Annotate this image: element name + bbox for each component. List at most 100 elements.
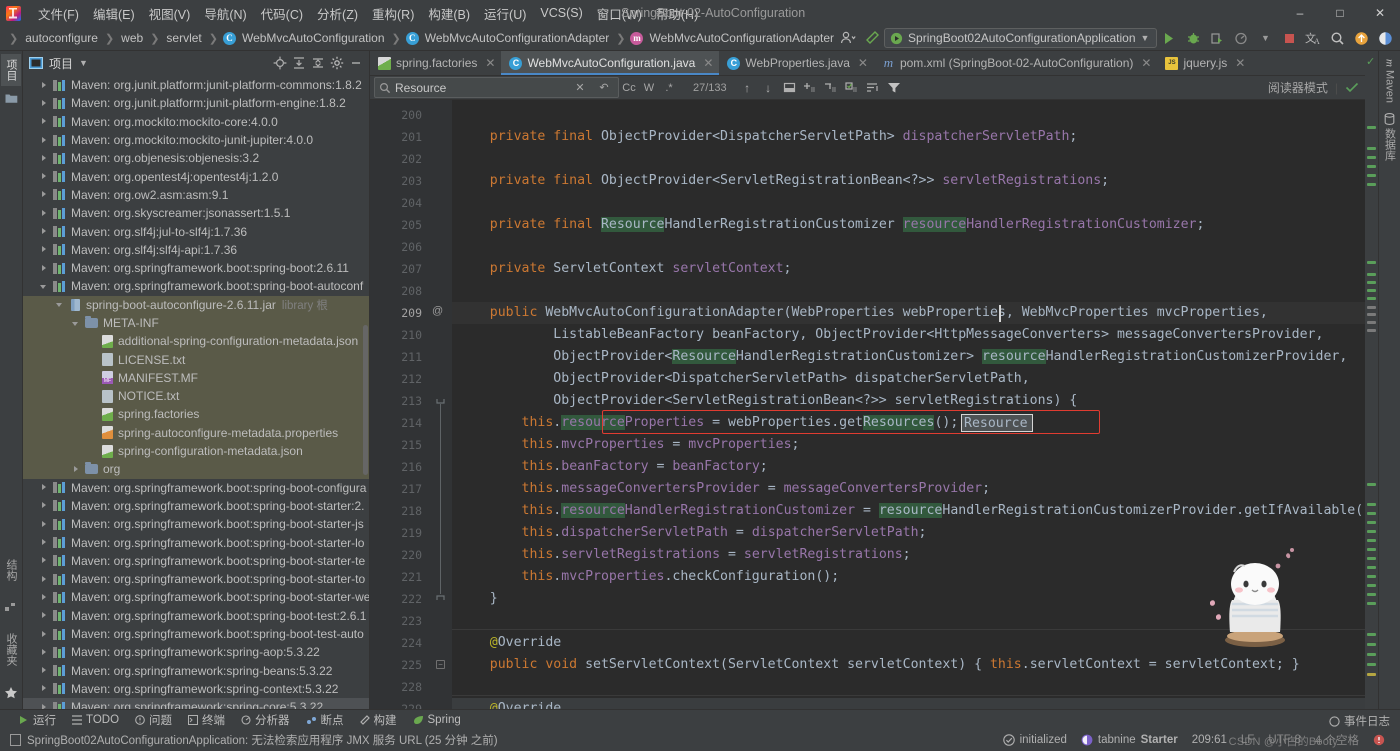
tree-row[interactable]: Maven: org.slf4j:slf4j-api:1.7.36 <box>23 241 369 259</box>
chevron-down-icon[interactable]: ▼ <box>1254 28 1276 48</box>
tree-row[interactable]: additional-spring-configuration-metadata… <box>23 332 369 351</box>
analysis-stripe-marker[interactable] <box>1367 147 1376 150</box>
tree-row[interactable]: Maven: org.objenesis:objenesis:3.2 <box>23 149 369 167</box>
chevron-right-icon[interactable] <box>39 244 50 255</box>
analysis-stripe-marker[interactable] <box>1367 663 1376 666</box>
tree-row[interactable]: spring-autoconfigure-metadata.properties <box>23 423 369 442</box>
tree-row[interactable]: spring.factories <box>23 405 369 424</box>
code-line[interactable]: public WebMvcAutoConfigurationAdapter(We… <box>458 302 1365 324</box>
minimize-button[interactable]: – <box>1280 0 1320 26</box>
code-line[interactable]: ObjectProvider<DispatcherServletPath> di… <box>458 368 1365 390</box>
tree-row[interactable]: Maven: org.springframework:spring-core:5… <box>23 698 369 709</box>
match-case-option[interactable]: Cc <box>619 78 639 98</box>
chevron-right-icon[interactable] <box>39 592 50 603</box>
analysis-stripe-marker[interactable] <box>1367 557 1376 560</box>
tree-row[interactable]: Maven: org.springframework.boot:spring-b… <box>23 277 369 295</box>
maximize-button[interactable]: □ <box>1320 0 1360 26</box>
fold-collapse-icon[interactable]: − <box>436 660 445 669</box>
analysis-stripe-marker[interactable] <box>1367 156 1376 159</box>
toolwindow-spring[interactable]: Spring <box>406 713 468 727</box>
analysis-stripe-marker[interactable] <box>1367 548 1376 551</box>
code-folding-gutter[interactable]: @ − <box>428 100 452 709</box>
code-line[interactable] <box>458 280 1365 302</box>
notifications-icon[interactable] <box>1366 734 1392 746</box>
filter-lines-icon[interactable] <box>863 78 884 98</box>
close-button[interactable]: ✕ <box>1360 0 1400 26</box>
chevron-right-icon[interactable] <box>39 80 50 91</box>
analysis-stripe[interactable]: ✓ <box>1365 51 1378 709</box>
analysis-stripe-marker[interactable] <box>1367 273 1376 276</box>
chevron-right-icon[interactable] <box>39 647 50 658</box>
tree-row[interactable]: Maven: org.springframework.boot:spring-b… <box>23 479 369 497</box>
tree-row[interactable]: Maven: org.springframework.boot:spring-b… <box>23 515 369 533</box>
chevron-right-icon[interactable] <box>39 574 50 585</box>
menu-file[interactable]: 文件(F) <box>31 1 86 26</box>
code-content[interactable]: private final ObjectProvider<DispatcherS… <box>452 100 1365 709</box>
code-line[interactable]: this.messageConvertersProvider = message… <box>458 478 1365 500</box>
profile-icon[interactable] <box>1230 28 1252 48</box>
chevron-right-icon[interactable] <box>39 263 50 274</box>
menu-run[interactable]: 运行(U) <box>477 1 533 26</box>
chevron-down-icon[interactable]: ▼ <box>79 58 88 68</box>
regex-option[interactable]: .* <box>659 78 679 98</box>
editor-tab-jquery-js[interactable]: jquery.js ✕ <box>1157 51 1251 75</box>
stop-icon[interactable] <box>1278 28 1300 48</box>
search-history-icon[interactable]: ↶ <box>594 78 614 98</box>
analysis-stripe-marker[interactable] <box>1367 593 1376 596</box>
run-with-coverage-icon[interactable] <box>1206 28 1228 48</box>
tabnine-status[interactable]: tabnine Starter <box>1074 734 1185 746</box>
code-line[interactable]: @Override <box>458 632 1365 654</box>
tree-row[interactable]: Maven: org.springframework.boot:spring-b… <box>23 497 369 515</box>
rail-tab-project[interactable]: 项目 <box>1 54 21 86</box>
next-match-icon[interactable]: ↓ <box>758 78 779 98</box>
editor-tab-webproperties[interactable]: WebProperties.java ✕ <box>719 51 874 75</box>
code-line[interactable]: private ServletContext servletContext; <box>458 258 1365 280</box>
run-configuration-selector[interactable]: SpringBoot02AutoConfigurationApplication… <box>884 28 1158 48</box>
analysis-stripe-marker[interactable] <box>1367 174 1376 177</box>
rail-tab-folder[interactable] <box>3 88 20 109</box>
status-message[interactable]: SpringBoot02AutoConfigurationApplication… <box>27 732 498 748</box>
tree-row[interactable]: org <box>23 460 369 479</box>
breadcrumb-item-adapter-class[interactable]: WebMvcAutoConfigurationAdapter <box>423 30 612 46</box>
collapse-all-icon[interactable] <box>308 54 327 73</box>
breadcrumb-item-web[interactable]: web <box>119 30 145 46</box>
breadcrumb-item-adapter-method[interactable]: WebMvcAutoConfigurationAdapter <box>647 30 836 46</box>
chevron-right-icon[interactable] <box>39 702 50 709</box>
editor-tab-spring-factories[interactable]: spring.factories ✕ <box>370 51 501 75</box>
close-tab-icon[interactable]: ✕ <box>858 56 868 70</box>
analysis-stripe-marker[interactable] <box>1367 584 1376 587</box>
chevron-right-icon[interactable] <box>39 153 50 164</box>
close-tab-icon[interactable]: ✕ <box>1141 56 1151 70</box>
chevron-right-icon[interactable] <box>71 464 82 475</box>
analysis-stripe-marker[interactable] <box>1367 329 1376 332</box>
run-icon[interactable] <box>1158 28 1180 48</box>
menu-vcs[interactable]: VCS(S) <box>533 3 589 23</box>
chevron-right-icon[interactable] <box>39 208 50 219</box>
tree-row[interactable]: Maven: org.opentest4j:opentest4j:1.2.0 <box>23 167 369 185</box>
analysis-stripe-marker[interactable] <box>1367 483 1376 486</box>
close-tab-icon[interactable]: ✕ <box>485 56 495 70</box>
menu-build[interactable]: 构建(B) <box>421 1 477 26</box>
chevron-right-icon[interactable] <box>39 555 50 566</box>
rail-tab-maven[interactable]: m Maven <box>1382 54 1398 108</box>
chevron-right-icon[interactable] <box>39 116 50 127</box>
code-line[interactable]: private final ResourceHandlerRegistratio… <box>458 214 1365 236</box>
breadcrumb-item-webmvcautoconfiguration[interactable]: WebMvcAutoConfiguration <box>240 30 387 46</box>
ide-theme-icon[interactable] <box>1374 28 1396 48</box>
tree-row[interactable]: spring-boot-autoconfigure-2.6.11.jar libr… <box>23 295 369 314</box>
settings-gear-icon[interactable] <box>327 54 346 73</box>
close-tab-icon[interactable]: ✕ <box>1235 56 1245 70</box>
code-line[interactable]: this.resourceHandlerRegistrationCustomiz… <box>458 500 1365 522</box>
analysis-stripe-marker[interactable] <box>1367 633 1376 636</box>
analysis-stripe-marker[interactable] <box>1367 313 1376 316</box>
close-tab-icon[interactable]: ✕ <box>703 56 713 70</box>
editor-tab-webmvcautoconfiguration[interactable]: WebMvcAutoConfiguration.java ✕ <box>501 51 720 75</box>
rail-tab-favorites[interactable]: 收藏夹 <box>1 628 21 671</box>
chevron-right-icon[interactable] <box>39 189 50 200</box>
clear-search-icon[interactable]: ✕ <box>570 78 590 98</box>
code-line[interactable]: ObjectProvider<ResourceHandlerRegistrati… <box>458 346 1365 368</box>
update-icon[interactable] <box>1350 28 1372 48</box>
tree-row[interactable]: LICENSE.txt <box>23 350 369 369</box>
code-line[interactable]: public void setServletContext(ServletCon… <box>458 654 1365 676</box>
toolwindow-build[interactable]: 构建 <box>353 711 404 729</box>
